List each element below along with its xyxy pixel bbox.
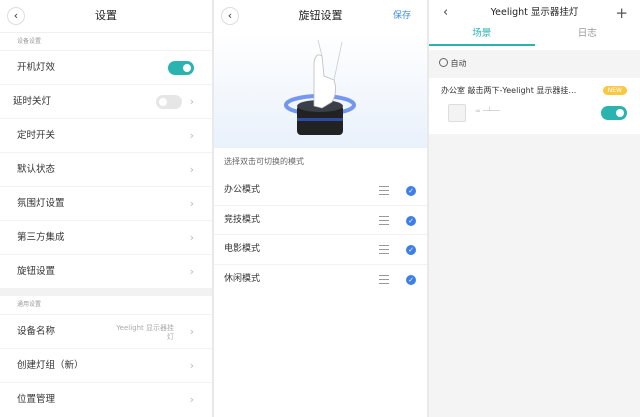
row-create-group[interactable]: 创建灯组（新） ›: [0, 348, 212, 382]
switch-device-icon: [448, 104, 466, 122]
tab-logs[interactable]: 日志: [535, 26, 640, 46]
toggle-off[interactable]: [156, 95, 182, 109]
row-label: 第三方集成: [17, 232, 65, 243]
mode-label: 办公模式: [224, 185, 261, 195]
auto-section: 自动: [429, 50, 640, 78]
section-label: 自动: [450, 59, 467, 68]
row-label: 默认状态: [17, 164, 56, 175]
back-button[interactable]: ‹: [221, 7, 239, 25]
row-label: 旋钮设置: [17, 266, 56, 277]
mode-label: 休闲模式: [224, 273, 261, 284]
page-title: Yeelight 显示器挂灯: [490, 7, 579, 18]
row-label: 设备名称: [17, 326, 56, 337]
chevron-right-icon: ›: [189, 265, 194, 278]
row-knob[interactable]: 旋钮设置 ›: [0, 254, 212, 288]
row-label: 位置管理: [17, 394, 56, 405]
chevron-right-icon: ›: [189, 197, 194, 210]
tab-scenes[interactable]: 场景: [429, 26, 535, 46]
chevron-right-icon: ›: [189, 129, 194, 142]
drag-handle-icon[interactable]: [379, 215, 389, 225]
mode-row[interactable]: 休闲模式 ✓: [214, 265, 427, 295]
mode-label: 电影模式: [224, 244, 261, 254]
row-default-state[interactable]: 默认状态 ›: [0, 152, 212, 186]
row-value: Yeelight 显示器挂灯: [116, 324, 174, 341]
chevron-right-icon: ›: [189, 325, 194, 338]
page-title: 设置: [95, 9, 117, 22]
caption: 选择双击可切换的模式: [224, 157, 304, 166]
checkmark-icon[interactable]: ✓: [406, 215, 416, 226]
save-button[interactable]: 保存: [393, 0, 411, 32]
row-timer[interactable]: 定时开关 ›: [0, 118, 212, 152]
settings-panel: ‹ 设置 设备设置 开机灯效 延时关灯 › 定时开关 › 默认状态 › 氛围灯设置 › …: [0, 0, 212, 417]
link-arrow-icon: ∞ ─┴──: [475, 107, 500, 115]
drag-handle-icon[interactable]: [379, 245, 389, 254]
drag-handle-icon[interactable]: [379, 186, 389, 195]
row-label: 开机灯效: [17, 62, 56, 73]
row-delay-off[interactable]: 延时关灯 ›: [0, 84, 212, 118]
knob-hand-icon: [284, 39, 356, 135]
checkmark-icon[interactable]: ✓: [406, 186, 416, 196]
page-title: 旋钮设置: [298, 9, 343, 22]
row-ambient[interactable]: 氛围灯设置 ›: [0, 186, 212, 220]
scene-toggle[interactable]: [601, 106, 627, 120]
chevron-right-icon: ›: [189, 359, 194, 372]
scene-title: 办公室 敲击两下-Yeelight 显示器挂…: [441, 86, 577, 95]
back-icon[interactable]: ‹: [443, 0, 448, 26]
mode-row[interactable]: 电影模式 ✓: [214, 235, 427, 265]
header: ‹ 旋钮设置 保存: [214, 0, 427, 32]
row-label: 定时开关: [17, 130, 56, 141]
checkmark-icon[interactable]: ✓: [406, 245, 416, 255]
toggle-on[interactable]: [168, 61, 194, 75]
header: ‹ Yeelight 显示器挂灯 +: [429, 0, 640, 26]
robot-icon: [439, 58, 448, 67]
chevron-right-icon: ›: [189, 393, 194, 406]
row-location[interactable]: 位置管理 ›: [0, 382, 212, 416]
row-label: 氛围灯设置: [17, 198, 65, 209]
knob-illustration: [214, 32, 427, 148]
drag-handle-icon[interactable]: [379, 274, 389, 284]
section-label: 通用设置: [17, 301, 42, 308]
chevron-right-icon: ›: [189, 95, 194, 108]
add-icon[interactable]: +: [615, 0, 628, 26]
row-label: 创建灯组（新）: [17, 360, 84, 371]
chevron-right-icon: ›: [189, 231, 194, 244]
section-label: 设备设置: [0, 32, 212, 50]
mode-label: 竞技模式: [224, 214, 261, 225]
device-panel: ‹ Yeelight 显示器挂灯 + 场景 日志 自动 办公室 敲击两下-Yee…: [429, 0, 640, 417]
row-third-party[interactable]: 第三方集成 ›: [0, 220, 212, 254]
row-boot-effect[interactable]: 开机灯效: [0, 50, 212, 84]
mode-row[interactable]: 办公模式 ✓: [214, 176, 427, 206]
mode-row[interactable]: 竞技模式 ✓: [214, 206, 427, 235]
divider: [0, 288, 212, 296]
row-device-name[interactable]: 设备名称 Yeelight 显示器挂灯 ›: [0, 314, 212, 348]
chevron-right-icon: ›: [189, 163, 194, 176]
new-badge: NEW: [602, 86, 627, 95]
header: ‹ 设置: [0, 0, 212, 32]
back-button[interactable]: ‹: [7, 7, 25, 25]
row-label: 延时关灯: [13, 96, 52, 107]
scene-card[interactable]: 办公室 敲击两下-Yeelight 显示器挂… NEW ∞ ─┴──: [429, 78, 640, 134]
knob-panel: ‹ 旋钮设置 保存 选择双击可切换的模式 办公模式 ✓ 竞技模式 ✓ 电影模式 ✓ 休…: [214, 0, 427, 417]
checkmark-icon[interactable]: ✓: [406, 274, 416, 285]
